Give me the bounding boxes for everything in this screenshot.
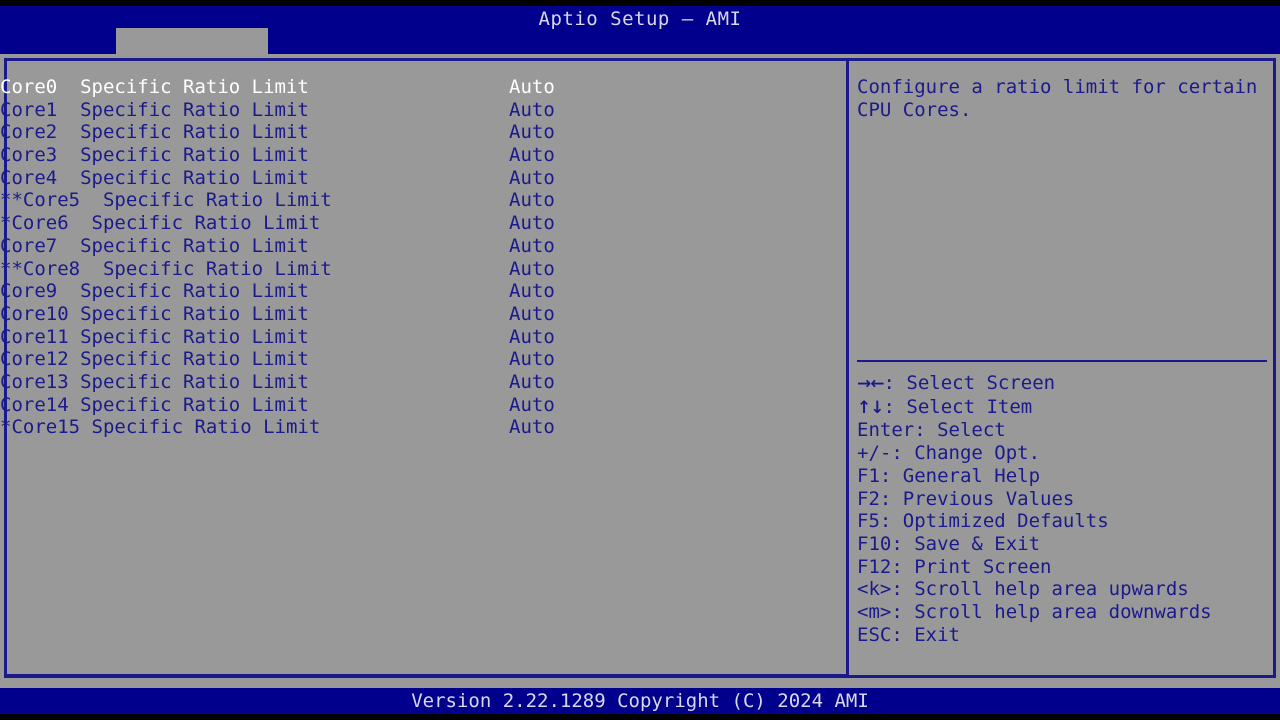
key-legend-text: <m>: Scroll help area downwards	[857, 601, 1212, 624]
settings-row-value[interactable]: Auto	[509, 76, 555, 99]
footer-version: Version 2.22.1289 Copyright (C) 2024 AMI	[411, 690, 869, 712]
settings-row[interactable]: Core11 Specific Ratio Limit Auto	[0, 326, 846, 349]
key-legend-text: +/-: Change Opt.	[857, 442, 1041, 465]
key-legend-entry: +/-: Change Opt.	[857, 442, 1272, 465]
settings-row[interactable]: Core13 Specific Ratio Limit Auto	[0, 371, 846, 394]
bottom-letterbox	[0, 714, 1280, 720]
key-legend-text: Enter: Select	[857, 419, 1006, 442]
key-legend-text: <k>: Scroll help area upwards	[857, 578, 1189, 601]
settings-row-value[interactable]: Auto	[509, 326, 555, 349]
settings-row[interactable]: Core4 Specific Ratio Limit Auto	[0, 167, 846, 190]
key-legend-text: : Select Screen	[883, 372, 1056, 394]
key-legend-entry: F10: Save & Exit	[857, 533, 1272, 556]
settings-row-value[interactable]: Auto	[509, 280, 555, 303]
settings-row-value[interactable]: Auto	[509, 99, 555, 122]
settings-row-label: *Core6 Specific Ratio Limit	[0, 212, 321, 235]
settings-row[interactable]: Core12 Specific Ratio Limit Auto	[0, 348, 846, 371]
settings-row-value[interactable]: Auto	[509, 235, 555, 258]
key-legend-entry: →←: Select Screen	[857, 372, 1272, 396]
key-legend-text: F2: Previous Values	[857, 487, 1075, 510]
key-legend-entry: <k>: Scroll help area upwards	[857, 578, 1272, 601]
settings-row-value[interactable]: Auto	[509, 371, 555, 394]
settings-row-value[interactable]: Auto	[509, 303, 555, 326]
key-legend-entry: <m>: Scroll help area downwards	[857, 601, 1272, 624]
settings-row[interactable]: Core3 Specific Ratio Limit Auto	[0, 144, 846, 167]
settings-row-value[interactable]: Auto	[509, 121, 555, 144]
help-description: Configure a ratio limit for certain CPU …	[857, 76, 1269, 121]
panel-divider	[846, 61, 849, 675]
settings-row-label: Core2 Specific Ratio Limit	[0, 121, 309, 144]
settings-row[interactable]: Core9 Specific Ratio Limit Auto	[0, 280, 846, 303]
settings-row-value[interactable]: Auto	[509, 416, 555, 439]
settings-row-label: Core12 Specific Ratio Limit	[0, 348, 309, 371]
key-legend-entry: F12: Print Screen	[857, 556, 1272, 579]
key-legend-text: ESC: Exit	[857, 623, 960, 646]
settings-row-label: *Core15 Specific Ratio Limit	[0, 416, 321, 439]
settings-row-value[interactable]: Auto	[509, 348, 555, 371]
key-legend-text: F10: Save & Exit	[857, 532, 1041, 555]
settings-row[interactable]: Core14 Specific Ratio Limit Auto	[0, 394, 846, 417]
settings-row-label: Core9 Specific Ratio Limit	[0, 280, 309, 303]
list-panel-bottom-rule	[7, 674, 848, 677]
key-legend-entry: F5: Optimized Defaults	[857, 510, 1272, 533]
settings-row-value[interactable]: Auto	[509, 144, 555, 167]
settings-row-label: Core3 Specific Ratio Limit	[0, 144, 309, 167]
settings-row-label: Core0 Specific Ratio Limit	[0, 76, 309, 98]
key-legend-entry: F2: Previous Values	[857, 488, 1272, 511]
settings-row[interactable]: *Core6 Specific Ratio Limit Auto	[0, 212, 846, 235]
key-legend: →←: Select Screen ↑↓: Select Item Enter: S…	[857, 372, 1272, 646]
settings-row[interactable]: Core2 Specific Ratio Limit Auto	[0, 121, 846, 144]
key-legend-entry: Enter: Select	[857, 419, 1272, 442]
key-legend-text: F12: Print Screen	[857, 555, 1052, 578]
settings-row-label: Core11 Specific Ratio Limit	[0, 325, 309, 348]
settings-row[interactable]: Core7 Specific Ratio Limit Auto	[0, 235, 846, 258]
settings-row-value[interactable]: Auto	[509, 394, 555, 417]
arrow-keys-icon: →←	[857, 374, 884, 394]
settings-row-label: **Core5 Specific Ratio Limit	[0, 189, 332, 212]
arrow-keys-icon: ↑↓	[857, 397, 884, 418]
key-legend-entry: ESC: Exit	[857, 624, 1272, 647]
settings-row-label: Core7 Specific Ratio Limit	[0, 234, 309, 257]
key-legend-text: : Select Item	[883, 395, 1033, 418]
settings-row-value[interactable]: Auto	[509, 167, 555, 190]
bios-setup-screen: Aptio Setup – AMI Ai Tweaker Core0 Speci…	[0, 0, 1280, 720]
settings-row-label: Core10 Specific Ratio Limit	[0, 302, 309, 325]
settings-row[interactable]: Core0 Specific Ratio Limit Auto	[0, 76, 846, 99]
settings-row-label: Core1 Specific Ratio Limit	[0, 98, 309, 121]
settings-row[interactable]: Core10 Specific Ratio Limit Auto	[0, 303, 846, 326]
settings-list[interactable]: Core0 Specific Ratio Limit Auto Core1 Spec…	[0, 76, 846, 439]
settings-row-label: **Core8 Specific Ratio Limit	[0, 257, 332, 280]
settings-row-value[interactable]: Auto	[509, 258, 555, 281]
settings-row-value[interactable]: Auto	[509, 189, 555, 212]
settings-row[interactable]: *Core15 Specific Ratio Limit Auto	[0, 416, 846, 439]
settings-row-label: Core13 Specific Ratio Limit	[0, 370, 309, 393]
settings-row[interactable]: **Core8 Specific Ratio Limit Auto	[0, 258, 846, 281]
settings-row-label: Core4 Specific Ratio Limit	[0, 166, 309, 189]
tab-ai-tweaker[interactable]: Ai Tweaker	[116, 28, 283, 78]
key-legend-text: F1: General Help	[857, 464, 1041, 487]
help-panel: Configure a ratio limit for certain CPU …	[857, 76, 1267, 121]
settings-row-label: Core14 Specific Ratio Limit	[0, 393, 309, 416]
key-legend-entry: F1: General Help	[857, 465, 1272, 488]
settings-row[interactable]: **Core5 Specific Ratio Limit Auto	[0, 189, 846, 212]
key-legend-text: F5: Optimized Defaults	[857, 510, 1109, 533]
settings-row[interactable]: Core1 Specific Ratio Limit Auto	[0, 99, 846, 122]
key-legend-entry: ↑↓: Select Item	[857, 396, 1272, 420]
settings-row-value[interactable]: Auto	[509, 212, 555, 235]
help-separator	[857, 360, 1267, 362]
